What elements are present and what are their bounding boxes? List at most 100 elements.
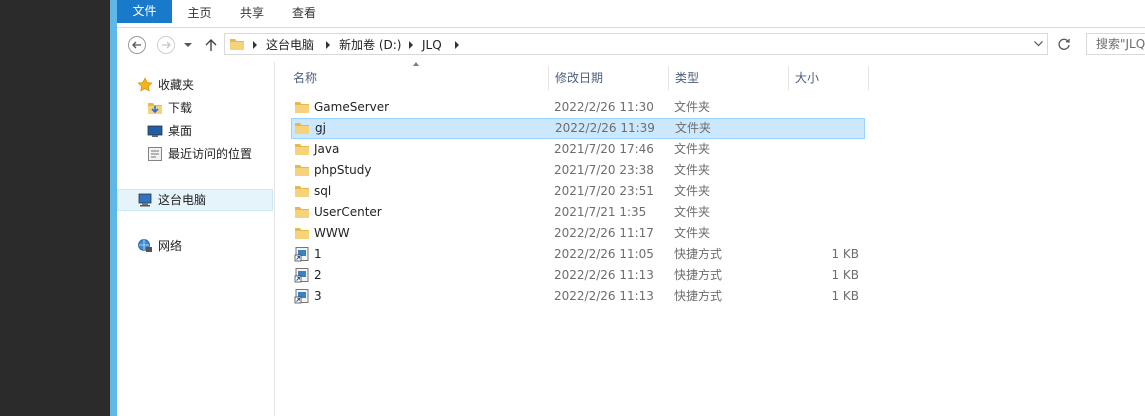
shortcut-row[interactable]: 1 2022/2/26 11:05 快捷方式 1 KB	[291, 244, 865, 265]
file-modified-date: 2021/7/20 23:51	[554, 184, 654, 198]
file-modified-date: 2022/2/26 11:30	[554, 100, 654, 114]
explorer-window: 文件 主页 共享 查看 这台电脑 新加卷 (D:) JLQ 搜索"JLQ 收藏夹…	[117, 0, 1145, 416]
tab-home[interactable]: 主页	[176, 2, 223, 24]
folder-icon	[295, 165, 309, 176]
file-type: 快捷方式	[674, 289, 723, 303]
file-modified-date: 2022/2/26 11:17	[554, 226, 654, 240]
breadcrumb-jlq[interactable]: JLQ	[422, 37, 442, 53]
nav-favorites[interactable]: 收藏夹	[137, 75, 267, 95]
file-size: 1 KB	[831, 247, 859, 261]
download-folder-icon	[148, 103, 162, 114]
file-modified-date: 2021/7/20 17:46	[554, 142, 654, 156]
nav-item-label: 最近访问的位置	[168, 147, 253, 161]
address-bar[interactable]: 这台电脑 新加卷 (D:) JLQ	[224, 33, 1048, 55]
nav-this-pc[interactable]: 这台电脑	[117, 189, 273, 211]
file-type: 文件夹	[674, 163, 711, 177]
tab-file[interactable]: 文件	[117, 0, 172, 23]
folder-icon	[295, 186, 309, 197]
folder-row[interactable]: GameServer 2022/2/26 11:30 文件夹	[291, 97, 865, 118]
folder-icon	[295, 228, 309, 239]
recent-places-icon	[148, 147, 162, 161]
nav-item-label: 桌面	[168, 124, 193, 138]
shortcut-icon	[294, 268, 309, 283]
file-type: 文件夹	[675, 121, 712, 135]
nav-network-label: 网络	[158, 239, 183, 253]
column-header-date[interactable]: 修改日期	[549, 66, 669, 90]
file-type: 文件夹	[674, 184, 711, 198]
folder-icon	[295, 123, 309, 134]
navigation-pane: 收藏夹 下载 桌面 最近访问的位置 这台电脑 网络	[117, 62, 275, 416]
folder-icon	[295, 102, 309, 113]
network-icon	[138, 239, 152, 252]
forward-arrow-icon	[162, 41, 171, 49]
file-modified-date: 2022/2/26 11:13	[554, 289, 654, 303]
folder-icon	[295, 207, 309, 218]
refresh-icon[interactable]	[1057, 37, 1071, 51]
desktop-background	[0, 0, 110, 416]
nav-item-desktop[interactable]: 桌面	[147, 121, 267, 141]
breadcrumb-this-pc[interactable]: 这台电脑	[266, 37, 314, 53]
column-header-type[interactable]: 类型	[669, 66, 789, 90]
nav-favorites-label: 收藏夹	[158, 78, 195, 92]
file-type: 文件夹	[674, 205, 711, 219]
file-name: sql	[314, 184, 332, 198]
recent-locations-chevron-icon[interactable]	[184, 42, 192, 48]
file-modified-date: 2021/7/20 23:38	[554, 163, 654, 177]
breadcrumb-separator-icon[interactable]	[253, 41, 257, 49]
nav-item-label: 下载	[168, 101, 193, 115]
file-modified-date: 2022/2/26 11:39	[555, 121, 655, 135]
file-modified-date: 2022/2/26 11:05	[554, 247, 654, 261]
nav-item-recent-places[interactable]: 最近访问的位置	[147, 144, 272, 164]
back-button[interactable]	[128, 36, 146, 54]
search-input[interactable]: 搜索"JLQ"	[1086, 33, 1145, 55]
nav-network[interactable]: 网络	[137, 236, 267, 256]
folder-row[interactable]: sql 2021/7/20 23:51 文件夹	[291, 181, 865, 202]
back-arrow-icon	[132, 41, 141, 49]
ribbon-tab-bar: 文件 主页 共享 查看	[117, 0, 1145, 28]
breadcrumb-drive[interactable]: 新加卷 (D:)	[339, 37, 401, 53]
computer-icon	[138, 193, 152, 207]
desktop-icon	[147, 125, 163, 137]
file-modified-date: 2022/2/26 11:13	[554, 268, 654, 282]
shortcut-row[interactable]: 2 2022/2/26 11:13 快捷方式 1 KB	[291, 265, 865, 286]
file-name: UserCenter	[314, 205, 382, 219]
file-name: phpStudy	[314, 163, 372, 177]
file-name: 1	[314, 247, 322, 261]
file-name: GameServer	[314, 100, 390, 114]
address-dropdown-icon[interactable]	[1034, 41, 1043, 47]
nav-item-downloads[interactable]: 下载	[147, 98, 267, 118]
address-row: 这台电脑 新加卷 (D:) JLQ 搜索"JLQ"	[117, 28, 1145, 62]
folder-row[interactable]: gj 2022/2/26 11:39 文件夹	[291, 118, 865, 139]
breadcrumb-separator-icon[interactable]	[326, 41, 330, 49]
file-type: 快捷方式	[674, 247, 723, 261]
file-size: 1 KB	[831, 289, 859, 303]
file-list: 名称 修改日期 类型 大小 GameServer 2022/2/26 11:30 文…	[275, 62, 1145, 416]
folder-icon	[295, 144, 309, 155]
star-icon	[137, 77, 153, 92]
breadcrumb-separator-icon[interactable]	[409, 41, 413, 49]
forward-button[interactable]	[157, 36, 175, 54]
folder-row[interactable]: Java 2021/7/20 17:46 文件夹	[291, 139, 865, 160]
file-name: Java	[314, 142, 340, 156]
file-name: 2	[314, 268, 322, 282]
tab-view[interactable]: 查看	[281, 2, 327, 24]
nav-this-pc-label: 这台电脑	[158, 193, 207, 207]
window-frame-edge	[110, 0, 117, 416]
file-modified-date: 2021/7/21 1:35	[554, 205, 647, 219]
folder-row[interactable]: phpStudy 2021/7/20 23:38 文件夹	[291, 160, 865, 181]
file-size: 1 KB	[831, 268, 859, 282]
file-name: 3	[314, 289, 322, 303]
file-type: 文件夹	[674, 226, 711, 240]
folder-row[interactable]: UserCenter 2021/7/21 1:35 文件夹	[291, 202, 865, 223]
file-name: WWW	[314, 226, 350, 240]
folder-row[interactable]: WWW 2022/2/26 11:17 文件夹	[291, 223, 865, 244]
shortcut-row[interactable]: 3 2022/2/26 11:13 快捷方式 1 KB	[291, 286, 865, 307]
breadcrumb-separator-icon[interactable]	[455, 41, 459, 49]
up-arrow-icon[interactable]	[205, 38, 217, 52]
file-type: 文件夹	[674, 142, 711, 156]
column-header-size[interactable]: 大小	[789, 66, 869, 90]
column-header-name[interactable]: 名称	[287, 66, 549, 90]
tab-share[interactable]: 共享	[229, 2, 275, 24]
folder-icon	[230, 39, 244, 50]
file-type: 快捷方式	[674, 268, 723, 282]
